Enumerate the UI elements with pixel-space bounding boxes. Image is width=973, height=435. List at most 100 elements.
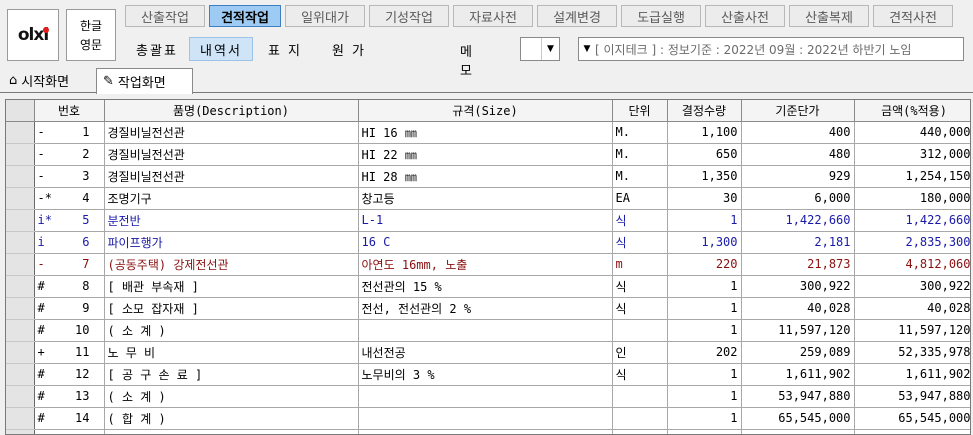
cell-unit[interactable]: M. [612,121,668,144]
row-type-and-no[interactable]: #13 [34,385,105,408]
cell-size[interactable] [358,407,613,430]
tab-7[interactable]: 산출사전 [705,5,785,27]
cell-unit[interactable]: 식 [612,231,668,254]
table-row[interactable]: -1 경질비닐전선관 HI 16 ㎜ M. 1,100 400 440,000 [6,121,970,144]
cell-amount[interactable]: 4,812,060 [854,253,970,276]
cell-qty[interactable]: 1 [667,385,742,408]
table-row[interactable]: #14( 합 계 ) 1 65,545,000 65,545,000 [6,407,970,430]
row-selector[interactable] [6,363,35,386]
cell-size[interactable]: HI 16 ㎜ [358,121,613,144]
memo-color-select[interactable]: ▼ [520,37,560,61]
cell-price[interactable]: 1,611,902 [741,363,855,386]
cell-price[interactable]: 1,422,660 [741,209,855,232]
cell-size[interactable] [358,319,613,342]
row-type-and-no[interactable]: -3 [34,165,105,188]
cell-qty[interactable]: 1 [667,297,742,320]
info-standard-combo[interactable]: ▼ [ 이지테크 ] : 정보기준 : 2022년 09월 : 2022년 하반… [578,37,964,61]
tab-0[interactable]: 산출작업 [125,5,205,27]
cell-qty[interactable]: 220 [667,253,742,276]
cell-name[interactable]: 노 무 비 [104,341,359,364]
row-selector[interactable] [6,297,35,320]
col-header-no[interactable]: 번호 [34,100,105,122]
cell-name[interactable]: [ 공 구 손 료 ] [104,363,359,386]
table-row[interactable]: #10( 소 계 ) 1 11,597,120 11,597,120 [6,319,970,342]
table-row[interactable]: #13( 소 계 ) 1 53,947,880 53,947,880 [6,385,970,408]
cell-name[interactable]: [ 배관 부속재 ] [104,275,359,298]
cell-amount[interactable]: 52,335,978 [854,341,970,364]
cell-price[interactable]: 21,873 [741,253,855,276]
cell-name[interactable]: ( 합 계 ) [104,407,359,430]
cell-qty[interactable]: 1 [667,319,742,342]
cell-size[interactable]: 16 C [358,231,613,254]
cell-unit[interactable]: 식 [612,209,668,232]
cell-price[interactable]: 259,089 [741,341,855,364]
cell-name[interactable]: ( 소 계 ) [104,319,359,342]
tab-9[interactable]: 견적사전 [873,5,953,27]
row-selector[interactable] [6,165,35,188]
cell-qty[interactable]: 1,100 [667,121,742,144]
cell-price[interactable]: 40,028 [741,297,855,320]
row-selector[interactable] [6,319,35,342]
col-header-unit[interactable]: 단위 [612,100,668,122]
tab-4[interactable]: 자료사전 [453,5,533,27]
table-row[interactable]: -7 (공동주택) 강제전선관 아연도 16mm, 노출 m 220 21,873 4,81… [6,253,970,276]
table-row[interactable]: -2 경질비닐전선관 HI 22 ㎜ M. 650 480 312,000 [6,143,970,166]
cell-amount[interactable]: 1,254,150 [854,165,970,188]
cell-qty[interactable]: 1 [667,275,742,298]
row-type-and-no[interactable]: i6 [34,231,105,254]
row-type-and-no[interactable]: -1 [34,121,105,144]
cell-size[interactable]: HI 22 ㎜ [358,143,613,166]
cell-amount[interactable]: 11,597,120 [854,319,970,342]
cell-amount[interactable]: 2,835,300 [854,231,970,254]
cell-price[interactable]: 929 [741,165,855,188]
subtab-cost[interactable]: 원 가 [317,37,381,61]
cell-unit[interactable]: EA [612,187,668,210]
lang-english[interactable]: 영문 [80,36,102,53]
cell-unit[interactable]: m [612,253,668,276]
table-row[interactable]: #12[ 공 구 손 료 ] 노무비의 3 % 식 1 1,611,902 1,611,9… [6,363,970,386]
tab-1[interactable]: 견적작업 [209,5,281,27]
cell-price[interactable]: 300,922 [741,275,855,298]
cell-price[interactable]: 2,181 [741,231,855,254]
row-type-and-no[interactable]: -* 4 [34,187,105,210]
tab-2[interactable]: 일위대가 [285,5,365,27]
row-selector[interactable] [6,187,35,210]
cell-name[interactable]: 경질비닐전선관 [104,143,359,166]
cell-amount[interactable]: 180,000 [854,187,970,210]
language-toggle[interactable]: 한글 영문 [66,9,116,61]
cell-size[interactable]: 전선, 전선관의 2 % [358,297,613,320]
table-row[interactable]: i 6 파이프행가 16 C 식 1,300 2,181 2,835,300 [6,231,970,254]
row-selector[interactable] [6,209,35,232]
cell-size[interactable]: 전선관의 15 % [358,275,613,298]
cell-name[interactable]: ( 소 계 ) [104,385,359,408]
cell-name[interactable]: 경질비닐전선관 [104,165,359,188]
cell-qty[interactable]: 1 [667,209,742,232]
row-selector[interactable] [6,143,35,166]
cell-unit[interactable] [612,385,668,408]
cell-unit[interactable]: 식 [612,297,668,320]
cell-unit[interactable]: M. [612,165,668,188]
row-type-and-no[interactable]: +11 [34,341,105,364]
cell-size[interactable]: HI 28 ㎜ [358,165,613,188]
subtab-details[interactable]: 내역서 [189,37,253,61]
cell-amount[interactable]: 1,422,660 [854,209,970,232]
row-type-and-no[interactable]: -2 [34,143,105,166]
col-header-amount[interactable]: 금액(%적용) [854,100,970,122]
cell-price[interactable]: 480 [741,143,855,166]
cell-price[interactable]: 400 [741,121,855,144]
row-selector[interactable] [6,385,35,408]
cell-size[interactable]: 노무비의 3 % [358,363,613,386]
row-selector[interactable] [6,231,35,254]
cell-price[interactable]: 6,000 [741,187,855,210]
cell-price[interactable]: 53,947,880 [741,385,855,408]
cell-amount[interactable]: 440,000 [854,121,970,144]
chevron-down-icon[interactable]: ▼ [541,38,559,60]
cell-size[interactable]: L-1 [358,209,613,232]
col-header-name[interactable]: 품명(Description) [104,100,359,122]
cell-qty[interactable]: 1,300 [667,231,742,254]
row-type-and-no[interactable]: i* 5 [34,209,105,232]
table-row[interactable]: i* 5 분전반 L-1 식 1 1,422,660 1,422,660 [6,209,970,232]
cell-qty[interactable]: 1 [667,363,742,386]
cell-unit[interactable] [612,319,668,342]
col-header-size[interactable]: 규격(Size) [358,100,613,122]
